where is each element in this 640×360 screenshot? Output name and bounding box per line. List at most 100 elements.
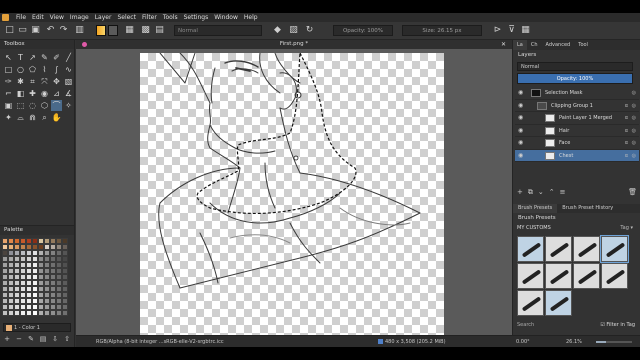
polygon-tool-icon[interactable]: ⬠: [27, 64, 38, 75]
zoom-slider[interactable]: [596, 341, 632, 343]
visibility-eye-icon[interactable]: ◉: [518, 100, 523, 112]
reference-images-icon[interactable]: ▣: [3, 100, 14, 111]
delete-layer-icon[interactable]: 🗑: [628, 188, 637, 198]
fill-tool-icon[interactable]: ◉: [39, 88, 50, 99]
visibility-eye-icon[interactable]: ◉: [518, 150, 523, 162]
tab-advanced-color[interactable]: Advanced: [542, 40, 575, 50]
text-tool-icon[interactable]: T: [15, 52, 26, 63]
rectangle-tool-icon[interactable]: □: [3, 64, 14, 75]
crop-tool-icon[interactable]: ⌗: [27, 76, 38, 87]
edit-palette-icon[interactable]: ✎: [27, 335, 35, 343]
gradient-icon[interactable]: ▥: [74, 25, 85, 36]
brush-preset[interactable]: [517, 236, 544, 262]
redo-icon[interactable]: ↷: [58, 25, 69, 36]
brush-tag-filter[interactable]: MY CUSTOMS Tag ▾: [517, 224, 637, 233]
move-layer-up-icon[interactable]: ⌃: [549, 188, 555, 198]
brush-preset[interactable]: [545, 236, 572, 262]
brush-preset-selected[interactable]: [600, 235, 629, 263]
brush-search-input[interactable]: Search ☑ Filter in Tag: [517, 320, 637, 330]
wrap-around-icon[interactable]: ▦: [520, 25, 531, 36]
menu-tools[interactable]: Tools: [160, 14, 181, 21]
drawing-canvas[interactable]: [140, 53, 444, 335]
tab-brush-preset-history[interactable]: Brush Preset History: [557, 204, 618, 213]
edit-shapes-icon[interactable]: ↗: [27, 52, 38, 63]
polyline-tool-icon[interactable]: ⌇: [39, 64, 50, 75]
brush-preset[interactable]: [545, 263, 572, 289]
new-document-icon[interactable]: □: [4, 25, 15, 36]
move-layer-down-icon[interactable]: ⌄: [538, 188, 544, 198]
layer-row[interactable]: ◉ Face α ◎: [515, 137, 639, 150]
brush-preset[interactable]: [545, 290, 572, 316]
menu-view[interactable]: View: [47, 14, 67, 21]
brush-size-slider[interactable]: Size: 26.15 px: [402, 25, 482, 36]
magnetic-select-icon[interactable]: ⋒: [27, 112, 38, 123]
similar-select-icon[interactable]: ✦: [3, 112, 14, 123]
pan-tool-icon[interactable]: ✋: [51, 112, 62, 123]
layer-row[interactable]: ◉ Clipping Group 1 α ◎: [515, 100, 639, 112]
menu-image[interactable]: Image: [67, 14, 92, 21]
opacity-slider[interactable]: Opacity: 100%: [333, 25, 393, 36]
multibrush-icon[interactable]: ✱: [15, 76, 26, 87]
import-palette-icon[interactable]: ⇩: [51, 335, 59, 343]
brush-preset[interactable]: [573, 236, 600, 262]
brush-preset[interactable]: [517, 263, 544, 289]
menu-settings[interactable]: Settings: [181, 14, 212, 21]
visibility-eye-icon[interactable]: ◉: [518, 112, 523, 124]
mirror-horizontal-icon[interactable]: ⊳: [492, 25, 503, 36]
freehand-path-icon[interactable]: ∿: [63, 64, 74, 75]
ellipse-select-icon[interactable]: ◌: [27, 100, 38, 111]
save-icon[interactable]: ▣: [30, 25, 41, 36]
palette-list-icon[interactable]: ▤: [39, 335, 47, 343]
zoom-tool-icon[interactable]: ⌕: [39, 112, 50, 123]
line-tool-icon[interactable]: ╱: [63, 52, 74, 63]
tab-channels[interactable]: Ch: [527, 40, 542, 50]
bezier-select-icon[interactable]: ⌓: [15, 112, 26, 123]
contiguous-select-icon[interactable]: ✧: [63, 100, 74, 111]
move-tool-icon[interactable]: ✥: [51, 76, 62, 87]
filter-in-tag-checkbox[interactable]: ☑ Filter in Tag: [600, 320, 635, 330]
add-color-icon[interactable]: +: [3, 335, 11, 343]
tab-brush-presets[interactable]: Brush Presets: [513, 204, 558, 213]
calligraphy-icon[interactable]: ✎: [39, 52, 50, 63]
assistant-tool-icon[interactable]: ⊿: [51, 88, 62, 99]
menu-window[interactable]: Window: [211, 14, 241, 21]
menu-filter[interactable]: Filter: [139, 14, 160, 21]
visibility-eye-icon[interactable]: ◉: [518, 87, 523, 99]
layer-state-icons[interactable]: α ◎: [625, 100, 637, 112]
tab-layers[interactable]: La: [513, 40, 527, 50]
brush-preset[interactable]: [573, 263, 600, 289]
colorize-mask-icon[interactable]: ◧: [15, 88, 26, 99]
document-tab[interactable]: First.png * ✕: [76, 40, 512, 49]
bezier-tool-icon[interactable]: ∫: [51, 64, 62, 75]
layer-row[interactable]: ◉ Selection Mask ◎: [515, 87, 639, 100]
menu-help[interactable]: Help: [241, 14, 261, 21]
dynamic-brush-icon[interactable]: ✑: [3, 76, 14, 87]
layer-row-selected[interactable]: ◉ Chest α ◎: [515, 149, 639, 162]
measure-tool-icon[interactable]: ∡: [63, 88, 74, 99]
export-palette-icon[interactable]: ⇧: [63, 335, 71, 343]
rect-select-icon[interactable]: ⬚: [15, 100, 26, 111]
add-layer-icon[interactable]: +: [517, 188, 523, 198]
layer-row[interactable]: ◉ Paint Layer 1 Merged α ◎: [515, 112, 639, 125]
layer-properties-icon[interactable]: ≡: [560, 188, 566, 198]
remove-color-icon[interactable]: −: [15, 335, 23, 343]
smart-patch-icon[interactable]: ✚: [27, 88, 38, 99]
background-color-swatch[interactable]: [108, 25, 118, 36]
layer-state-icons[interactable]: ◎: [632, 87, 637, 99]
reload-preset-icon[interactable]: ↻: [304, 25, 315, 36]
layer-state-icons[interactable]: α ◎: [625, 112, 637, 124]
layer-row[interactable]: ◉ Hair α ◎: [515, 125, 639, 137]
eraser-icon[interactable]: ◆: [272, 25, 283, 36]
brush-presets-icon[interactable]: ▩: [140, 25, 151, 36]
freehand-brush-icon[interactable]: ✐: [51, 52, 62, 63]
brush-preset[interactable]: [517, 290, 544, 316]
select-shapes-icon[interactable]: ↖: [3, 52, 14, 63]
transform-tool-icon[interactable]: ⤧: [39, 76, 50, 87]
mirror-vertical-icon[interactable]: ⊽: [506, 25, 517, 36]
menu-layer[interactable]: Layer: [92, 14, 115, 21]
palette-swatch[interactable]: [62, 310, 68, 316]
close-document-icon[interactable]: ✕: [501, 40, 506, 49]
polygon-select-icon[interactable]: ⬡: [39, 100, 50, 111]
tag-button[interactable]: Tag ▾: [620, 224, 633, 233]
duplicate-layer-icon[interactable]: ⧉: [528, 188, 533, 198]
